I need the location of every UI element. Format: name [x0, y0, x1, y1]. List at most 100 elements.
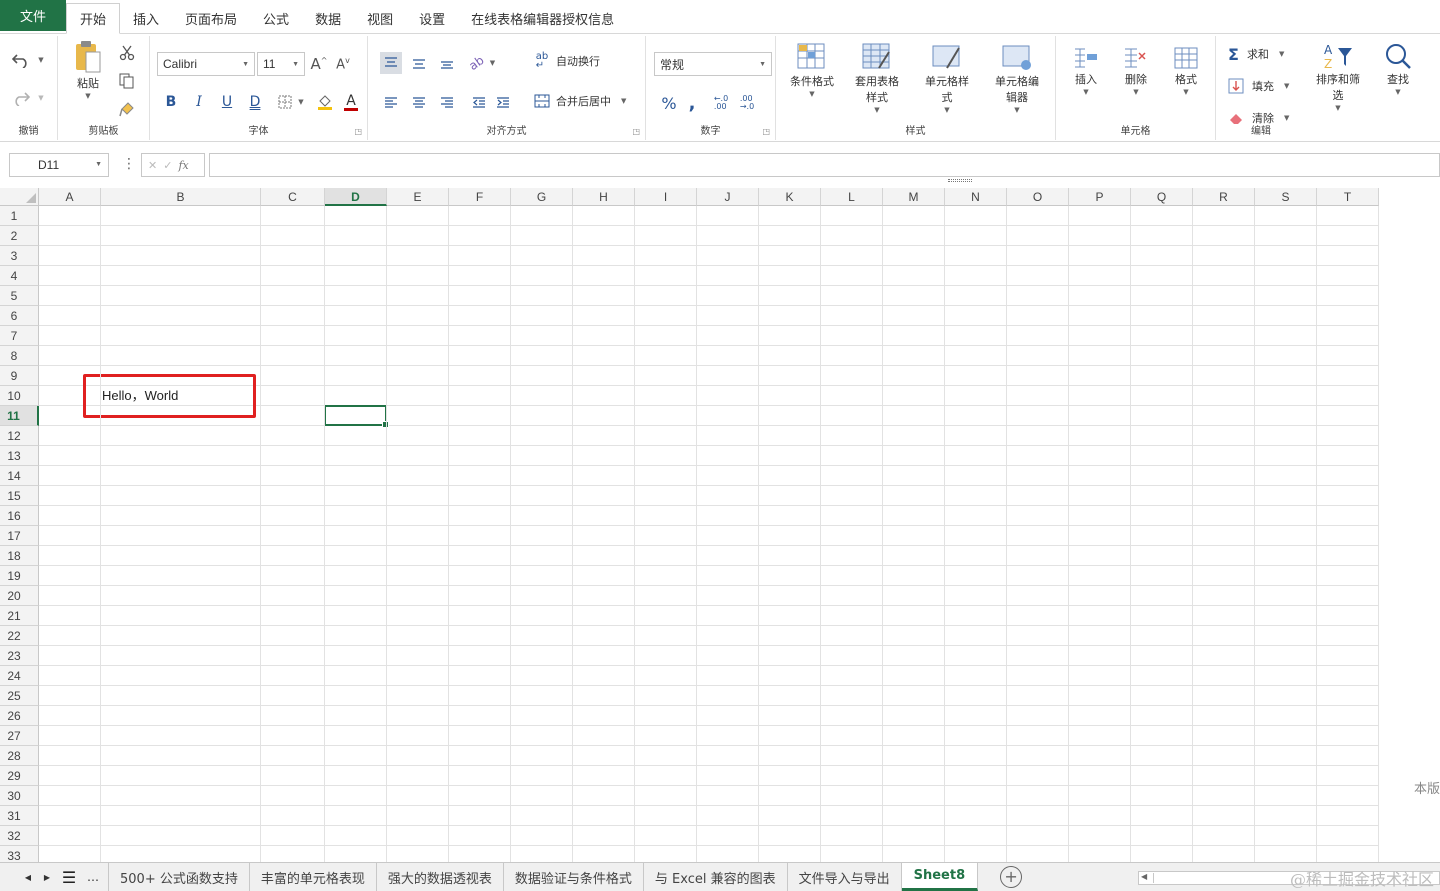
row-header-17[interactable]: 17 [0, 526, 39, 546]
align-center-button[interactable] [408, 92, 430, 114]
wrap-text-button[interactable]: 自动换行 [556, 50, 600, 72]
row-header-18[interactable]: 18 [0, 546, 39, 566]
row-header-32[interactable]: 32 [0, 826, 39, 846]
column-header-b[interactable]: B [101, 188, 261, 206]
insert-function-icon[interactable]: fx [178, 159, 188, 172]
number-format-select[interactable]: 常规 ▼ [654, 52, 772, 76]
row-header-22[interactable]: 22 [0, 626, 39, 646]
column-header-t[interactable]: T [1317, 188, 1379, 206]
row-header-2[interactable]: 2 [0, 226, 39, 246]
increase-indent-button[interactable] [492, 92, 514, 114]
cell-editor-button[interactable]: 单元格编 辑器 ▼ [988, 42, 1046, 114]
row-header-26[interactable]: 26 [0, 706, 39, 726]
row-header-8[interactable]: 8 [0, 346, 39, 366]
cell-b10[interactable]: Hello，World [102, 386, 178, 406]
delete-cells-button[interactable]: 删除 ▼ [1118, 46, 1154, 96]
active-cell-d11[interactable] [324, 405, 389, 428]
sheet-tab[interactable]: 强大的数据透视表 [377, 863, 504, 891]
find-button[interactable]: 查找 ▼ [1376, 42, 1420, 96]
menu-tab-license-info[interactable]: 在线表格编辑器授权信息 [458, 4, 627, 33]
percent-button[interactable]: % [658, 92, 680, 114]
row-header-29[interactable]: 29 [0, 766, 39, 786]
row-header-6[interactable]: 6 [0, 306, 39, 326]
column-header-f[interactable]: F [449, 188, 511, 206]
column-header-e[interactable]: E [387, 188, 449, 206]
merge-center-button[interactable]: 合并后居中 ▼ [556, 90, 626, 112]
cancel-icon[interactable]: ✕ [148, 159, 157, 172]
menu-tab-formulas[interactable]: 公式 [250, 4, 302, 33]
menu-tab-settings[interactable]: 设置 [406, 4, 458, 33]
more-sheets-icon[interactable]: … [84, 870, 102, 884]
row-header-14[interactable]: 14 [0, 466, 39, 486]
format-as-table-button[interactable]: 套用表格 样式 ▼ [848, 42, 906, 114]
row-header-3[interactable]: 3 [0, 246, 39, 266]
column-header-o[interactable]: O [1007, 188, 1069, 206]
column-header-d[interactable]: D [325, 188, 387, 206]
conditional-format-button[interactable]: 条件格式 ▼ [784, 42, 840, 98]
column-header-c[interactable]: C [261, 188, 325, 206]
sheet-tab[interactable]: 500+ 公式函数支持 [109, 863, 250, 891]
row-header-28[interactable]: 28 [0, 746, 39, 766]
row-header-1[interactable]: 1 [0, 206, 39, 226]
fill-button[interactable]: 填充 ▼ [1228, 76, 1289, 96]
decrease-decimal-button[interactable]: .00 →.0 [736, 92, 758, 114]
cell-area[interactable]: Hello，World [39, 206, 1379, 862]
column-header-a[interactable]: A [39, 188, 101, 206]
increase-font-button[interactable]: A^ [310, 54, 328, 74]
row-header-20[interactable]: 20 [0, 586, 39, 606]
select-all-corner[interactable] [0, 188, 39, 206]
row-header-12[interactable]: 12 [0, 426, 39, 446]
row-header-10[interactable]: 10 [0, 386, 39, 406]
sheet-tab[interactable]: 丰富的单元格表现 [250, 863, 377, 891]
row-header-21[interactable]: 21 [0, 606, 39, 626]
format-cells-button[interactable]: 格式 ▼ [1168, 46, 1204, 96]
redo-button[interactable]: ▼ [8, 88, 48, 108]
menu-tab-data[interactable]: 数据 [302, 4, 354, 33]
row-header-13[interactable]: 13 [0, 446, 39, 466]
column-header-i[interactable]: I [635, 188, 697, 206]
column-header-p[interactable]: P [1069, 188, 1131, 206]
column-header-s[interactable]: S [1255, 188, 1317, 206]
format-painter-button[interactable] [118, 100, 136, 118]
row-header-30[interactable]: 30 [0, 786, 39, 806]
formula-input[interactable] [209, 153, 1440, 177]
row-header-24[interactable]: 24 [0, 666, 39, 686]
column-header-r[interactable]: R [1193, 188, 1255, 206]
menu-tab-view[interactable]: 视图 [354, 4, 406, 33]
splitter-handle[interactable] [948, 179, 972, 182]
next-sheet-icon[interactable]: ▶ [40, 873, 54, 882]
column-header-n[interactable]: N [945, 188, 1007, 206]
row-header-4[interactable]: 4 [0, 266, 39, 286]
column-header-j[interactable]: J [697, 188, 759, 206]
font-name-select[interactable]: Calibri ▼ [157, 52, 255, 76]
row-header-5[interactable]: 5 [0, 286, 39, 306]
underline-button[interactable]: U [218, 92, 236, 112]
row-header-23[interactable]: 23 [0, 646, 39, 666]
scroll-left-icon[interactable]: ◀ [1141, 872, 1147, 881]
column-header-h[interactable]: H [573, 188, 635, 206]
row-header-27[interactable]: 27 [0, 726, 39, 746]
orientation-button[interactable]: ab ▼ [464, 52, 500, 74]
decrease-indent-button[interactable] [468, 92, 490, 114]
row-header-33[interactable]: 33 [0, 846, 39, 862]
add-sheet-icon[interactable]: + [1000, 866, 1023, 888]
increase-decimal-button[interactable]: ←.0.00 [710, 92, 732, 114]
insert-cells-button[interactable]: 插入 ▼ [1068, 46, 1104, 96]
sort-filter-button[interactable]: AZ 排序和筛 选 ▼ [1310, 42, 1366, 112]
confirm-icon[interactable]: ✓ [163, 159, 172, 172]
sheet-tab[interactable]: 文件导入与导出 [788, 863, 902, 891]
align-bottom-button[interactable] [436, 52, 458, 74]
menu-tab-file[interactable]: 文件 [0, 0, 66, 31]
row-header-15[interactable]: 15 [0, 486, 39, 506]
copy-button[interactable] [118, 72, 136, 90]
row-header-7[interactable]: 7 [0, 326, 39, 346]
align-right-button[interactable] [436, 92, 458, 114]
name-box[interactable]: D11 ▼ [9, 153, 109, 177]
row-header-25[interactable]: 25 [0, 686, 39, 706]
row-header-16[interactable]: 16 [0, 506, 39, 526]
menu-tab-page-layout[interactable]: 页面布局 [172, 4, 250, 33]
comma-button[interactable]: , [684, 92, 700, 114]
number-launcher-icon[interactable]: ◳ [762, 127, 770, 136]
cell-style-button[interactable]: 单元格样 式 ▼ [918, 42, 976, 114]
prev-sheet-icon[interactable]: ◀ [16, 873, 40, 882]
